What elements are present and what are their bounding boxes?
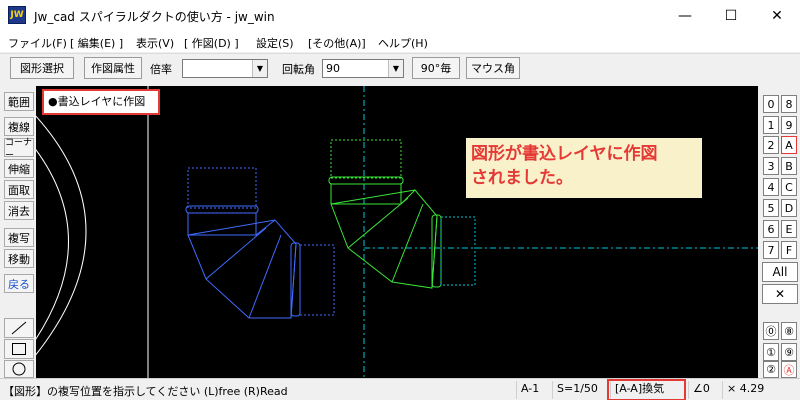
layer-button-d[interactable]: D [781,199,797,217]
layer-button-a-active[interactable]: A [781,136,797,154]
group-button-2[interactable]: ② [763,361,779,378]
layer-button-c[interactable]: C [781,178,797,196]
rectangle-tool-icon[interactable] [4,339,34,359]
rotation-combo[interactable]: 90 ▼ [322,59,404,78]
rotate-90-button[interactable]: 90°毎 [412,57,460,79]
layer-button-1[interactable]: 1 [763,116,779,134]
tool-stretch[interactable]: 伸縮 [4,159,34,178]
rotation-label: 回転角 [282,63,315,76]
rotation-value: 90 [326,62,340,75]
callout-line-1: 図形が書込レイヤに作図 [471,144,658,164]
blue-duct-top-socket [187,167,257,209]
left-tool-palette: 範囲 複線 コーナー 伸縮 面取 消去 複写 移動 戻る [0,86,36,378]
write-layer-label: ●書込レイヤに作図 [42,89,160,115]
layer-button-f[interactable]: F [781,241,797,259]
line-tool-icon[interactable] [4,318,34,338]
layer-button-7[interactable]: 7 [763,241,779,259]
mouse-angle-button[interactable]: マウス角 [466,57,520,79]
layer-close-icon[interactable]: ✕ [762,284,798,304]
layer-button-2[interactable]: 2 [763,136,779,154]
callout-line-2: されました。 [471,168,573,188]
chevron-down-icon[interactable]: ▼ [252,60,267,77]
select-shape-button[interactable]: 図形選択 [10,57,74,79]
zoom-indicator[interactable]: × 4.29 [722,381,800,399]
scale-combo[interactable]: ▼ [182,59,268,78]
chevron-down-icon[interactable]: ▼ [388,60,403,77]
status-message: 【図形】の複写位置を指示してください (L)free (R)Read [3,385,288,398]
circle-tool-icon[interactable] [4,360,34,378]
layer-button-b[interactable]: B [781,157,797,175]
green-duct-top-socket [330,139,402,179]
title-bar: JW Jw_cad スパイラルダクトの使い方 - jw_win — ☐ ✕ [0,0,800,32]
tool-offset-line[interactable]: 複線 [4,117,34,136]
close-button[interactable]: ✕ [754,0,800,32]
layer-all-button[interactable]: All [762,262,798,282]
layer-button-e[interactable]: E [781,220,797,238]
layer-button-5[interactable]: 5 [763,199,779,217]
menu-help[interactable]: ヘルプ(H) [378,35,428,51]
current-layer-indicator[interactable]: A-1 [516,381,552,399]
tool-undo[interactable]: 戻る [4,274,34,293]
angle-indicator[interactable]: ∠0 [688,381,720,399]
group-button-9[interactable]: ⑨ [781,343,797,361]
tool-corner[interactable]: コーナー [4,138,34,161]
menu-settings[interactable]: 設定(S) [256,35,294,51]
tool-range[interactable]: 範囲 [4,92,34,111]
menu-bar: ファイル(F) [ 編集(E) ] 表示(V) [ 作図(D) ] 設定(S) … [0,32,800,52]
blue-duct-elbow [185,167,335,319]
window-title: Jw_cad スパイラルダクトの使い方 - jw_win [34,10,275,24]
reference-arc-1 [36,115,87,356]
draw-attribute-button[interactable]: 作図属性 [84,57,142,79]
group-button-8[interactable]: ⑧ [781,322,797,340]
tool-move[interactable]: 移動 [4,249,34,268]
group-button-1[interactable]: ① [763,343,779,361]
layer-button-9[interactable]: 9 [781,116,797,134]
scale-indicator[interactable]: S=1/50 [552,381,608,399]
group-button-a[interactable]: Ⓐ [781,361,797,378]
app-icon: JW [8,6,26,24]
annotation-callout: 図形が書込レイヤに作図 されました。 [466,138,702,198]
toolbar: 図形選択 作図属性 倍率 ▼ 回転角 90 ▼ 90°毎 マウス角 [0,53,800,81]
green-duct-elbow [328,139,476,289]
tool-chamfer[interactable]: 面取 [4,180,34,199]
green-duct-bend-outline [330,189,438,289]
menu-view[interactable]: 表示(V) [136,35,174,51]
layer-button-0[interactable]: 0 [763,95,779,113]
maximize-button[interactable]: ☐ [708,0,754,32]
minimize-button[interactable]: — [662,0,708,32]
cad-drawing [36,86,758,378]
blue-duct-top-collar [187,212,257,236]
menu-file[interactable]: ファイル(F) [8,35,67,51]
layer-button-3[interactable]: 3 [763,157,779,175]
layer-button-8[interactable]: 8 [781,95,797,113]
blue-duct-top-band [185,205,259,214]
layer-button-4[interactable]: 4 [763,178,779,196]
scale-label: 倍率 [150,63,172,76]
tool-copy[interactable]: 複写 [4,228,34,247]
blue-duct-side-socket [299,244,335,316]
layer-switch-highlight [607,379,686,400]
menu-other[interactable]: [その他(A)] [308,35,366,51]
layer-palette: 0 8 1 9 2 A 3 B 4 C 5 D 6 E 7 F All ✕ ⓪ … [758,86,800,378]
layer-button-6[interactable]: 6 [763,220,779,238]
tool-erase[interactable]: 消去 [4,201,34,220]
menu-draw[interactable]: [ 作図(D) ] [184,35,239,51]
menu-edit[interactable]: [ 編集(E) ] [70,35,123,51]
status-bar: 【図形】の複写位置を指示してください (L)free (R)Read A-1 S… [0,378,800,400]
reference-arc-2 [36,149,69,340]
group-button-0[interactable]: ⓪ [763,322,779,340]
drawing-canvas[interactable]: ●書込レイヤに作図 図形が書込レイヤに作図 されました。 [36,86,758,378]
green-duct-side-socket [440,216,476,286]
